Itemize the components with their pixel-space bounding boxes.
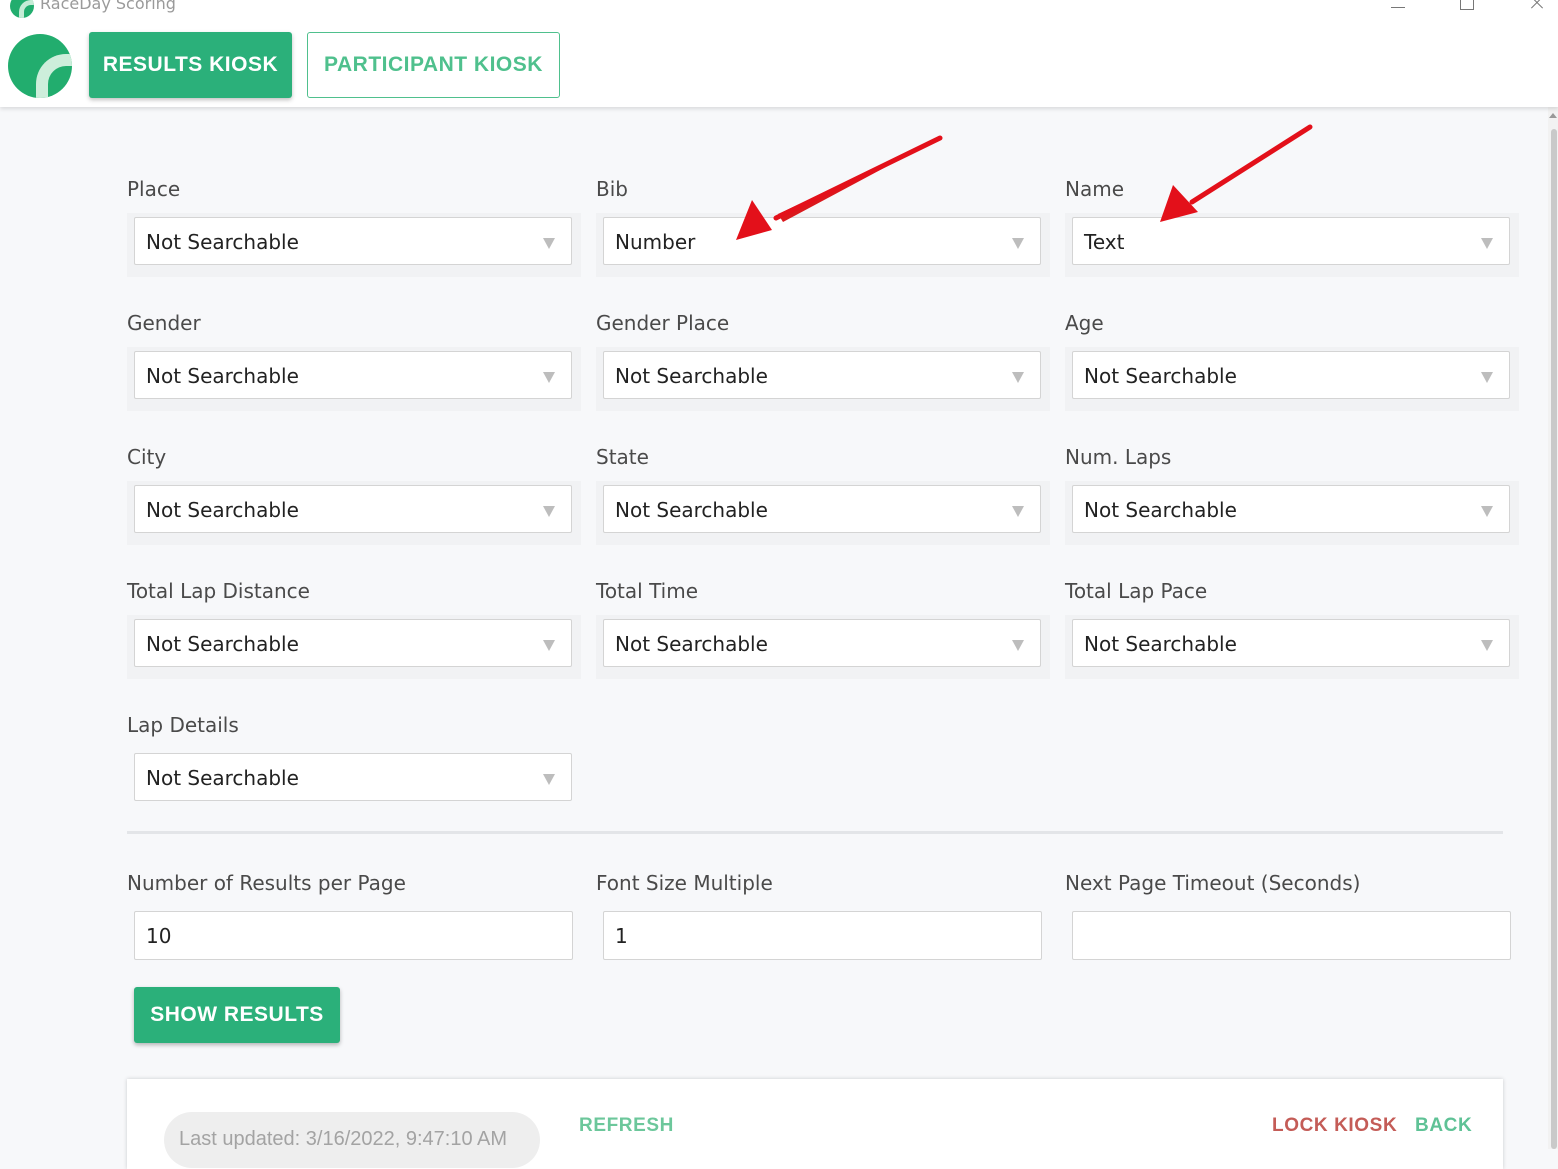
field-label-gender: Gender xyxy=(127,311,201,335)
results-per-page-input[interactable] xyxy=(134,911,573,960)
dropdown-caret-icon xyxy=(1481,506,1493,517)
select-value: Not Searchable xyxy=(146,766,299,790)
field-age: Not Searchable xyxy=(1065,347,1519,411)
gender-place-select[interactable]: Not Searchable xyxy=(603,351,1041,399)
select-value: Not Searchable xyxy=(1084,498,1237,522)
lock-kiosk-button[interactable]: LOCK KIOSK xyxy=(1272,1115,1397,1137)
field-gender-place: Not Searchable xyxy=(596,347,1050,411)
field-total-time: Not Searchable xyxy=(596,615,1050,679)
field-state: Not Searchable xyxy=(596,481,1050,545)
num-laps-select[interactable]: Not Searchable xyxy=(1072,485,1510,533)
field-gender: Not Searchable xyxy=(127,347,581,411)
field-label-place: Place xyxy=(127,177,181,201)
name-select[interactable]: Text xyxy=(1072,217,1510,265)
vertical-scrollbar[interactable] xyxy=(1548,107,1558,1149)
field-label-bib: Bib xyxy=(596,177,628,201)
scrollbar-thumb[interactable] xyxy=(1551,129,1557,1149)
last-updated-chip: Last updated: 3/16/2022, 9:47:10 AM xyxy=(164,1112,540,1168)
field-num-laps: Not Searchable xyxy=(1065,481,1519,545)
select-value: Text xyxy=(1084,230,1125,254)
field-name: Text xyxy=(1065,213,1519,277)
field-label-state: State xyxy=(596,445,649,469)
total-lap-pace-select[interactable]: Not Searchable xyxy=(1072,619,1510,667)
scroll-up-arrow-icon[interactable] xyxy=(1549,113,1557,118)
field-bib: Number xyxy=(596,213,1050,277)
dropdown-caret-icon xyxy=(1481,372,1493,383)
select-value: Not Searchable xyxy=(146,498,299,522)
field-city: Not Searchable xyxy=(127,481,581,545)
select-value: Not Searchable xyxy=(615,498,768,522)
dropdown-caret-icon xyxy=(543,372,555,383)
tab-participant-kiosk[interactable]: PARTICIPANT KIOSK xyxy=(307,32,560,98)
next-page-timeout-label: Next Page Timeout (Seconds) xyxy=(1065,871,1361,895)
dropdown-caret-icon xyxy=(1481,640,1493,651)
dropdown-caret-icon xyxy=(1012,372,1024,383)
field-place: Not Searchable xyxy=(127,213,581,277)
select-value: Not Searchable xyxy=(615,364,768,388)
dropdown-caret-icon xyxy=(543,238,555,249)
place-select[interactable]: Not Searchable xyxy=(134,217,572,265)
total-time-select[interactable]: Not Searchable xyxy=(603,619,1041,667)
field-label-total-lap-pace: Total Lap Pace xyxy=(1065,579,1208,603)
dropdown-caret-icon xyxy=(543,774,555,785)
dropdown-caret-icon xyxy=(1012,640,1024,651)
window-title: RaceDay Scoring xyxy=(40,0,176,13)
tab-results-kiosk[interactable]: RESULTS KIOSK xyxy=(89,32,292,98)
field-label-gender-place: Gender Place xyxy=(596,311,730,335)
city-select[interactable]: Not Searchable xyxy=(134,485,572,533)
select-value: Not Searchable xyxy=(146,632,299,656)
select-value: Not Searchable xyxy=(615,632,768,656)
show-results-button[interactable]: SHOW RESULTS xyxy=(134,987,340,1043)
select-value: Not Searchable xyxy=(1084,632,1237,656)
field-label-lap-details: Lap Details xyxy=(127,713,239,737)
dropdown-caret-icon xyxy=(1012,506,1024,517)
results-per-page-label: Number of Results per Page xyxy=(127,871,406,895)
field-label-num-laps: Num. Laps xyxy=(1065,445,1172,469)
lap-details-select[interactable]: Not Searchable xyxy=(134,753,572,801)
dropdown-caret-icon xyxy=(543,506,555,517)
status-card: Last updated: 3/16/2022, 9:47:10 AM REFR… xyxy=(127,1079,1503,1169)
field-lap-details: Not Searchable xyxy=(127,749,581,813)
dropdown-caret-icon xyxy=(1481,238,1493,249)
refresh-button[interactable]: REFRESH xyxy=(579,1115,674,1137)
field-total-lap-distance: Not Searchable xyxy=(127,615,581,679)
select-value: Number xyxy=(615,230,696,254)
bib-select[interactable]: Number xyxy=(603,217,1041,265)
field-label-age: Age xyxy=(1065,311,1104,335)
total-lap-distance-select[interactable]: Not Searchable xyxy=(134,619,572,667)
gender-select[interactable]: Not Searchable xyxy=(134,351,572,399)
app-logo-icon xyxy=(10,0,34,18)
arrow-to-name-icon xyxy=(1160,124,1313,222)
field-label-city: City xyxy=(127,445,167,469)
last-updated-text: Last updated: 3/16/2022, 9:47:10 AM xyxy=(179,1128,508,1150)
select-value: Not Searchable xyxy=(146,364,299,388)
close-icon[interactable] xyxy=(1522,0,1552,10)
field-label-total-lap-distance: Total Lap Distance xyxy=(127,579,310,603)
font-size-multiple-label: Font Size Multiple xyxy=(596,871,773,895)
field-label-total-time: Total Time xyxy=(596,579,699,603)
minimize-icon[interactable] xyxy=(1383,0,1413,10)
section-divider xyxy=(127,831,1503,834)
select-value: Not Searchable xyxy=(146,230,299,254)
maximize-icon[interactable] xyxy=(1452,0,1482,10)
brand-logo-icon xyxy=(8,34,72,98)
annotation-arrows xyxy=(736,124,1313,240)
field-label-name: Name xyxy=(1065,177,1125,201)
font-size-multiple-input[interactable] xyxy=(603,911,1042,960)
state-select[interactable]: Not Searchable xyxy=(603,485,1041,533)
dropdown-caret-icon xyxy=(1012,238,1024,249)
next-page-timeout-input[interactable] xyxy=(1072,911,1511,960)
app-header: RaceDay Scoring RESULTS KIOSK PARTICIPAN… xyxy=(0,0,1558,107)
select-value: Not Searchable xyxy=(1084,364,1237,388)
field-total-lap-pace: Not Searchable xyxy=(1065,615,1519,679)
age-select[interactable]: Not Searchable xyxy=(1072,351,1510,399)
back-button[interactable]: BACK xyxy=(1415,1115,1472,1137)
dropdown-caret-icon xyxy=(543,640,555,651)
